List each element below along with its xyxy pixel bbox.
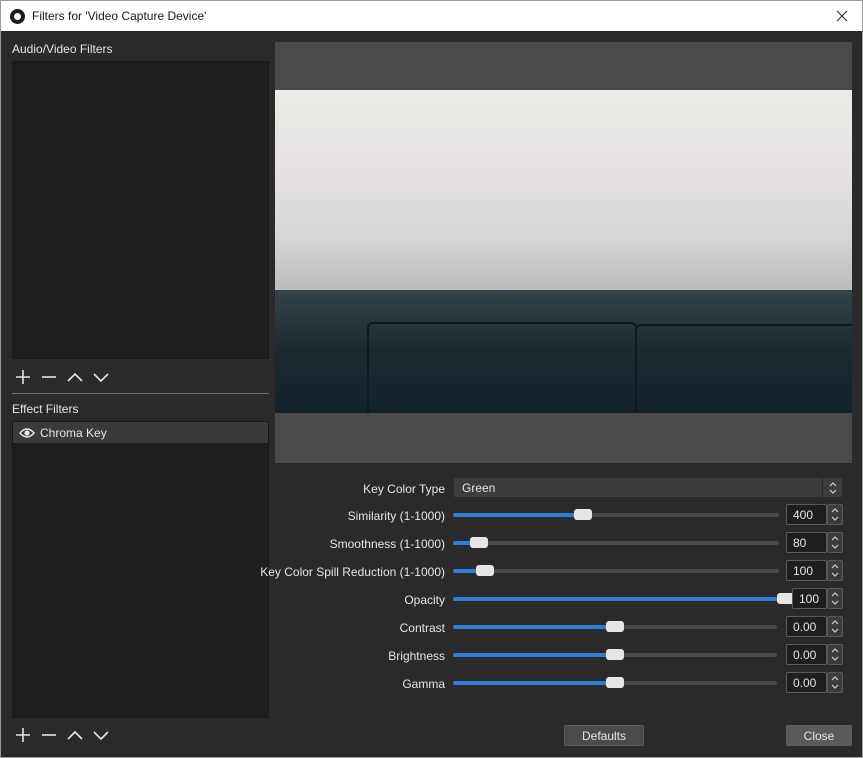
filter-name: Chroma Key (40, 425, 107, 440)
plus-icon (16, 370, 30, 384)
spill-spin-arrows[interactable] (827, 560, 843, 581)
brightness-spinbox[interactable]: 0.00 (786, 644, 827, 665)
contrast-value: 0.00 (793, 619, 817, 634)
remove-effect-filter-button[interactable] (39, 725, 59, 745)
key-color-type-select[interactable]: Green (453, 477, 843, 498)
slider-handle[interactable] (476, 565, 495, 576)
brightness-spin-arrows[interactable] (827, 644, 843, 665)
similarity-spin-arrows[interactable] (827, 504, 843, 525)
close-icon (836, 10, 848, 22)
spin-arrows-icon (831, 536, 839, 549)
window-close-button[interactable] (822, 1, 862, 31)
smoothness-value: 80 (793, 535, 807, 550)
smoothness-spin-arrows[interactable] (827, 532, 843, 553)
similarity-spinbox[interactable]: 400 (786, 504, 827, 525)
gamma-slider[interactable] (453, 677, 777, 688)
opacity-slider[interactable] (453, 593, 795, 604)
chevron-up-icon (67, 730, 83, 740)
obs-logo-icon (10, 9, 25, 24)
opacity-spinbox[interactable]: 100 (792, 588, 827, 609)
similarity-slider[interactable] (453, 509, 779, 520)
effect-filters-label: Effect Filters (12, 402, 79, 416)
title-bar: Filters for 'Video Capture Device' (0, 0, 863, 31)
window-title: Filters for 'Video Capture Device' (32, 9, 207, 23)
spin-arrows-icon (831, 620, 839, 633)
contrast-spinbox[interactable]: 0.00 (786, 616, 827, 637)
gamma-spin-arrows[interactable] (827, 672, 843, 693)
key-color-type-label: Key Color Type (363, 482, 445, 496)
key-color-type-value: Green (462, 480, 496, 495)
effect-filters-toolbar (13, 725, 111, 745)
minus-icon (42, 376, 56, 378)
dialog-body: Audio/Video Filters Effect Filters Chrom… (0, 31, 863, 758)
slider-handle[interactable] (469, 537, 488, 548)
gamma-spinbox[interactable]: 0.00 (786, 672, 827, 693)
move-audio-filter-up-button[interactable] (65, 367, 85, 387)
close-button[interactable]: Close (786, 725, 852, 746)
similarity-label: Similarity (1-1000) (347, 509, 445, 523)
spin-arrows-icon (831, 592, 839, 605)
spin-arrows-icon (831, 508, 839, 521)
chevron-down-icon (93, 373, 109, 383)
video-preview-image (275, 90, 852, 413)
audio-video-filters-list[interactable] (12, 61, 269, 359)
audio-video-filters-toolbar (13, 367, 111, 387)
opacity-value: 100 (799, 591, 820, 606)
plus-icon (16, 728, 30, 742)
spin-arrows-icon (831, 564, 839, 577)
similarity-value: 400 (793, 507, 814, 522)
move-effect-filter-down-button[interactable] (91, 725, 111, 745)
smoothness-slider[interactable] (453, 537, 779, 548)
contrast-spin-arrows[interactable] (827, 616, 843, 637)
remove-audio-filter-button[interactable] (39, 367, 59, 387)
gamma-value: 0.00 (793, 675, 817, 690)
slider-handle[interactable] (606, 677, 624, 688)
opacity-spin-arrows[interactable] (827, 588, 843, 609)
spill-reduction-value: 100 (793, 563, 814, 578)
contrast-slider[interactable] (453, 621, 777, 632)
opacity-label: Opacity (404, 593, 445, 607)
add-audio-filter-button[interactable] (13, 367, 33, 387)
chevron-up-icon (67, 372, 83, 382)
spin-arrows-icon (822, 478, 842, 497)
slider-handle[interactable] (606, 621, 624, 632)
slider-handle[interactable] (606, 649, 624, 660)
spin-arrows-icon (831, 648, 839, 661)
smoothness-spinbox[interactable]: 80 (786, 532, 827, 553)
spin-arrows-icon (831, 676, 839, 689)
spill-reduction-spinbox[interactable]: 100 (786, 560, 827, 581)
smoothness-label: Smoothness (1-1000) (329, 537, 445, 551)
minus-icon (42, 734, 56, 736)
brightness-label: Brightness (388, 649, 445, 663)
eye-icon[interactable] (19, 427, 35, 439)
slider-handle[interactable] (574, 509, 593, 520)
effect-filters-list[interactable] (12, 421, 269, 718)
filter-preview (275, 42, 852, 463)
chevron-down-icon (93, 731, 109, 741)
spill-reduction-label: Key Color Spill Reduction (1-1000) (260, 565, 445, 579)
audio-video-filters-label: Audio/Video Filters (12, 42, 113, 56)
gamma-label: Gamma (402, 677, 445, 691)
move-effect-filter-up-button[interactable] (65, 725, 85, 745)
section-divider (12, 393, 269, 394)
brightness-slider[interactable] (453, 649, 777, 660)
move-audio-filter-down-button[interactable] (91, 367, 111, 387)
add-effect-filter-button[interactable] (13, 725, 33, 745)
list-item[interactable]: Chroma Key (13, 422, 268, 443)
contrast-label: Contrast (399, 621, 445, 635)
brightness-value: 0.00 (793, 647, 817, 662)
spill-reduction-slider[interactable] (453, 565, 779, 576)
defaults-button[interactable]: Defaults (564, 725, 644, 746)
